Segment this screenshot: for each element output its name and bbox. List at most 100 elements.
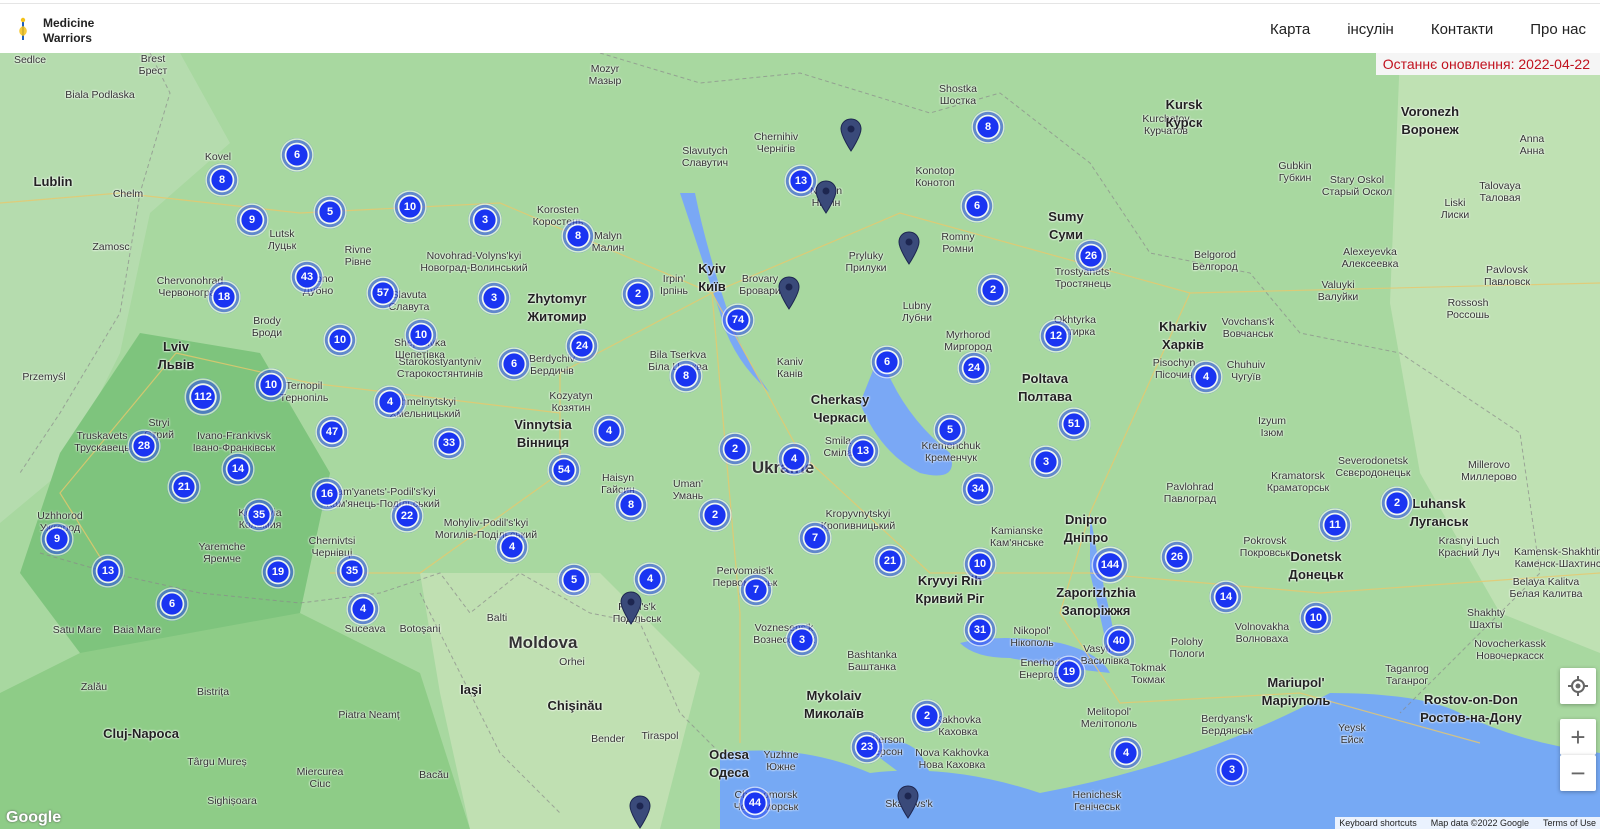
- marker-cluster[interactable]: 8: [971, 110, 1005, 144]
- marker-cluster[interactable]: 35: [242, 498, 276, 532]
- nav-map[interactable]: Карта: [1270, 21, 1310, 38]
- marker-cluster[interactable]: 8: [205, 163, 239, 197]
- marker-cluster[interactable]: 10: [393, 190, 427, 224]
- marker-cluster[interactable]: 3: [1215, 753, 1249, 787]
- marker-cluster[interactable]: 33: [432, 426, 466, 460]
- medicine-warriors-logo[interactable]: [14, 16, 32, 42]
- marker-cluster[interactable]: 13: [784, 164, 818, 198]
- location-pin-icon[interactable]: [897, 785, 919, 819]
- marker-cluster[interactable]: 4: [373, 385, 407, 419]
- marker-cluster[interactable]: 35: [335, 554, 369, 588]
- nav-insulin[interactable]: інсулін: [1347, 21, 1394, 38]
- marker-cluster[interactable]: 31: [963, 613, 997, 647]
- marker-cluster[interactable]: 19: [261, 555, 295, 589]
- marker-cluster[interactable]: 13: [846, 434, 880, 468]
- place-label: Izyum Ізюм: [1257, 415, 1287, 439]
- marker-cluster[interactable]: 34: [961, 472, 995, 506]
- marker-cluster[interactable]: 21: [167, 470, 201, 504]
- marker-cluster[interactable]: 6: [497, 347, 531, 381]
- marker-cluster[interactable]: 28: [127, 429, 161, 463]
- nav-contacts[interactable]: Контакти: [1431, 21, 1493, 38]
- marker-cluster[interactable]: 4: [1109, 736, 1143, 770]
- location-pin-icon[interactable]: [840, 118, 862, 152]
- marker-cluster[interactable]: 43: [290, 260, 324, 294]
- marker-cluster[interactable]: 3: [477, 281, 511, 315]
- marker-cluster[interactable]: 18: [207, 280, 241, 314]
- marker-cluster[interactable]: 5: [557, 563, 591, 597]
- marker-cluster[interactable]: 57: [366, 276, 400, 310]
- marker-cluster[interactable]: 10: [254, 368, 288, 402]
- marker-cluster[interactable]: 9: [235, 203, 269, 237]
- marker-cluster[interactable]: 6: [870, 345, 904, 379]
- place-label: Kamensk-ShakhtinskyКаменск-Шахтинский: [1514, 546, 1600, 570]
- marker-cluster[interactable]: 54: [547, 453, 581, 487]
- marker-cluster[interactable]: 10: [323, 323, 357, 357]
- marker-cluster[interactable]: 13: [91, 554, 125, 588]
- marker-cluster[interactable]: 8: [669, 359, 703, 393]
- marker-cluster[interactable]: 3: [468, 203, 502, 237]
- marker-cluster[interactable]: 19: [1052, 655, 1086, 689]
- marker-cluster[interactable]: 51: [1057, 407, 1091, 441]
- place-label: Balti: [486, 612, 508, 624]
- marker-cluster[interactable]: 3: [1029, 445, 1063, 479]
- marker-cluster[interactable]: 22: [390, 499, 424, 533]
- marker-cluster[interactable]: 10: [963, 547, 997, 581]
- marker-cluster[interactable]: 9: [40, 522, 74, 556]
- marker-cluster[interactable]: 5: [313, 195, 347, 229]
- brand-name[interactable]: Medicine Warriors: [43, 16, 94, 46]
- marker-cluster[interactable]: 26: [1074, 239, 1108, 273]
- marker-cluster[interactable]: 40: [1102, 624, 1136, 658]
- marker-cluster[interactable]: 7: [739, 573, 773, 607]
- marker-cluster[interactable]: 144: [1091, 546, 1129, 584]
- marker-cluster[interactable]: 47: [315, 415, 349, 449]
- marker-cluster[interactable]: 2: [976, 273, 1010, 307]
- marker-cluster[interactable]: 24: [565, 329, 599, 363]
- marker-cluster[interactable]: 74: [721, 303, 755, 337]
- terms-of-use-link[interactable]: Terms of Use: [1543, 818, 1596, 828]
- marker-cluster[interactable]: 16: [310, 477, 344, 511]
- marker-cluster[interactable]: 8: [614, 488, 648, 522]
- google-logo[interactable]: Google: [6, 809, 61, 827]
- location-pin-icon[interactable]: [629, 795, 651, 829]
- location-pin-icon[interactable]: [778, 276, 800, 310]
- keyboard-shortcuts-link[interactable]: Keyboard shortcuts: [1339, 818, 1417, 828]
- marker-cluster[interactable]: 2: [698, 498, 732, 532]
- marker-cluster[interactable]: 8: [561, 219, 595, 253]
- marker-cluster[interactable]: 4: [495, 530, 529, 564]
- location-pin-icon[interactable]: [898, 231, 920, 265]
- marker-cluster[interactable]: 10: [404, 318, 438, 352]
- marker-cluster[interactable]: 7: [798, 521, 832, 555]
- marker-cluster[interactable]: 11: [1318, 508, 1352, 542]
- marker-cluster[interactable]: 4: [1189, 360, 1223, 394]
- marker-cluster[interactable]: 4: [777, 442, 811, 476]
- my-location-button[interactable]: [1560, 668, 1596, 704]
- marker-cluster[interactable]: 3: [785, 623, 819, 657]
- marker-cluster[interactable]: 21: [873, 544, 907, 578]
- zoom-out-button[interactable]: −: [1560, 755, 1596, 791]
- marker-cluster[interactable]: 14: [221, 452, 255, 486]
- marker-cluster[interactable]: 2: [621, 277, 655, 311]
- marker-cluster[interactable]: 4: [346, 592, 380, 626]
- marker-cluster[interactable]: 23: [850, 730, 884, 764]
- marker-cluster[interactable]: 2: [1380, 486, 1414, 520]
- marker-cluster[interactable]: 6: [155, 587, 189, 621]
- location-pin-icon[interactable]: [815, 180, 837, 214]
- nav-about[interactable]: Про нас: [1530, 21, 1586, 38]
- marker-cluster[interactable]: 2: [910, 699, 944, 733]
- marker-cluster[interactable]: 6: [960, 189, 994, 223]
- zoom-in-button[interactable]: +: [1560, 719, 1596, 755]
- marker-cluster[interactable]: 24: [957, 351, 991, 385]
- marker-cluster[interactable]: 5: [933, 413, 967, 447]
- marker-cluster[interactable]: 10: [1299, 601, 1333, 635]
- marker-cluster[interactable]: 14: [1209, 580, 1243, 614]
- location-pin-icon[interactable]: [620, 591, 642, 625]
- last-updated-banner: Останнє оновлення: 2022-04-22: [1375, 53, 1600, 75]
- marker-cluster[interactable]: 26: [1160, 540, 1194, 574]
- marker-cluster[interactable]: 112: [184, 378, 222, 416]
- marker-cluster[interactable]: 44: [738, 786, 772, 820]
- marker-cluster[interactable]: 2: [718, 432, 752, 466]
- marker-cluster[interactable]: 6: [280, 138, 314, 172]
- marker-cluster[interactable]: 4: [592, 414, 626, 448]
- map-canvas[interactable]: Sedlce Brest Брест Biala Podlaska Lublin Chel…: [0, 53, 1600, 829]
- marker-cluster[interactable]: 12: [1039, 319, 1073, 353]
